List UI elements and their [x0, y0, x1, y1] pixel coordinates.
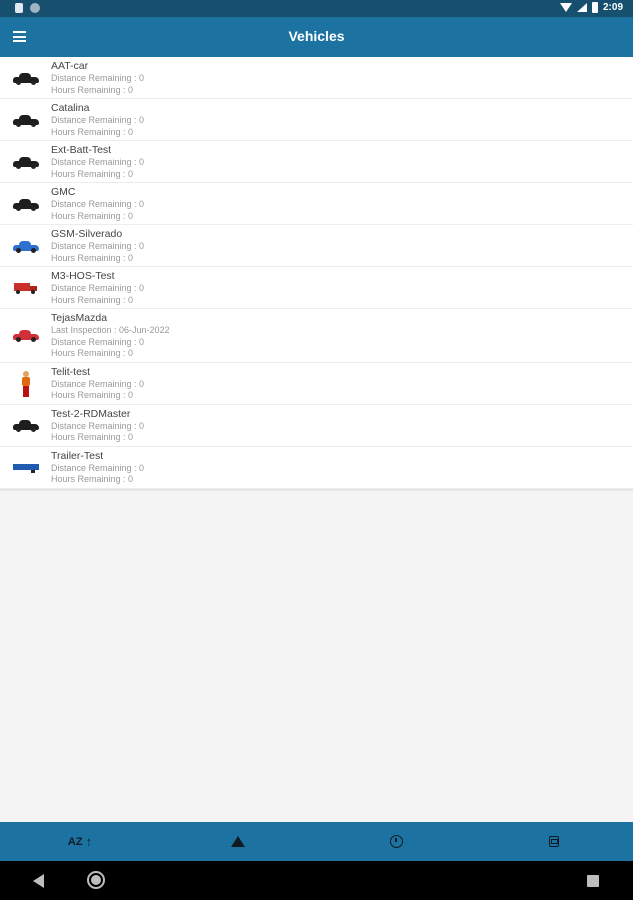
vehicle-detail-line: Distance Remaining : 0	[51, 115, 145, 125]
vehicle-icon-cell	[0, 228, 51, 264]
car-black-icon	[12, 198, 39, 211]
vehicle-detail-line: Hours Remaining : 0	[51, 84, 134, 95]
vehicle-details: Catalina Distance Remaining : 0 Hours Rema…	[51, 102, 633, 138]
vehicle-icon-cell	[0, 312, 51, 360]
vehicle-details: GSM-Silverado Distance Remaining : 0 Hours…	[51, 228, 633, 264]
car-black-icon	[12, 72, 39, 85]
notification-icon	[15, 3, 23, 13]
vehicle-icon-cell	[0, 144, 51, 180]
system-nav-bar	[0, 861, 633, 900]
vehicle-row[interactable]: TejasMazda Last Inspection : 06-Jun-2022 D…	[0, 309, 633, 363]
vehicle-name: Telit-test	[51, 365, 91, 378]
sort-label: AZ	[67, 835, 83, 848]
app-bar: Vehicles	[0, 17, 633, 57]
battery-icon	[591, 2, 598, 13]
vehicle-detail-line: Distance Remaining : 0	[51, 378, 145, 389]
vehicle-name: Ext-Batt-Test	[51, 144, 112, 156]
vehicle-name: GSM-Silverado	[51, 228, 123, 240]
vehicle-detail-line: Distance Remaining : 0	[51, 283, 145, 293]
vehicle-detail-line: Distance Remaining : 0	[51, 336, 145, 347]
vehicle-row[interactable]: Ext-Batt-Test Distance Remaining : 0 Hours…	[0, 141, 633, 183]
status-notification-icons	[15, 3, 40, 13]
home-icon[interactable]	[87, 871, 105, 889]
vehicle-details: GMC Distance Remaining : 0 Hours Remaining…	[51, 186, 633, 222]
warning-icon	[231, 836, 245, 847]
vehicle-icon-cell	[0, 60, 51, 96]
vehicle-icon-cell	[0, 450, 51, 486]
vehicle-detail-line: Hours Remaining : 0	[51, 126, 134, 137]
truck-red-icon	[13, 282, 38, 294]
vehicle-detail-line: Distance Remaining : 0	[51, 157, 145, 167]
bus-icon	[549, 836, 559, 847]
status-time: 2:09	[602, 2, 623, 13]
vehicle-detail-line: Hours Remaining : 0	[51, 210, 134, 221]
vehicle-detail-line: Hours Remaining : 0	[51, 168, 134, 179]
bottom-toolbar: AZ ↑	[0, 822, 633, 861]
trailer-blue-icon	[12, 463, 39, 473]
vehicle-details: M3-HOS-Test Distance Remaining : 0 Hours R…	[51, 270, 633, 306]
vehicle-detail-line: Last Inspection : 06-Jun-2022	[51, 325, 170, 335]
recent-apps-icon[interactable]	[587, 875, 599, 887]
vehicle-icon-cell	[0, 102, 51, 138]
wifi-icon	[559, 3, 572, 12]
vehicle-row[interactable]: AAT-car Distance Remaining : 0 Hours Remai…	[0, 57, 633, 99]
vehicle-detail-line: Distance Remaining : 0	[51, 73, 145, 83]
status-indicators: 2:09	[559, 2, 623, 13]
vehicle-details: Ext-Batt-Test Distance Remaining : 0 Hours…	[51, 144, 633, 180]
signal-icon	[576, 3, 587, 12]
vehicle-name: TejasMazda	[51, 312, 108, 324]
notification-icon	[30, 3, 40, 13]
vehicle-name: M3-HOS-Test	[51, 270, 115, 282]
vehicle-name: AAT-car	[51, 60, 89, 72]
vehicle-details: AAT-car Distance Remaining : 0 Hours Remai…	[51, 60, 633, 96]
back-icon[interactable]	[33, 874, 44, 888]
page-title: Vehicles	[288, 28, 345, 44]
history-button[interactable]	[386, 822, 406, 861]
vehicle-row[interactable]: M3-HOS-Test Distance Remaining : 0 Hours R…	[0, 267, 633, 309]
vehicle-name: GMC	[51, 186, 76, 198]
car-black-icon	[12, 156, 39, 169]
vehicle-name: Catalina	[51, 102, 90, 114]
vehicle-row[interactable]: GMC Distance Remaining : 0 Hours Remaining…	[0, 183, 633, 225]
vehicle-name: Trailer-Test	[51, 449, 104, 462]
vehicle-detail-line: Distance Remaining : 0	[51, 420, 145, 431]
person-icon	[21, 370, 31, 397]
vehicle-detail-line: Hours Remaining : 0	[51, 432, 134, 442]
vehicle-detail-line: Hours Remaining : 0	[51, 390, 134, 400]
vehicle-row[interactable]: Telit-test Distance Remaining : 0 Hours Re…	[0, 363, 633, 405]
vehicle-details: Test-2-RDMaster Distance Remaining : 0 Hou…	[51, 408, 633, 444]
vehicle-row[interactable]: GSM-Silverado Distance Remaining : 0 Hours…	[0, 225, 633, 267]
vehicle-icon-cell	[0, 270, 51, 306]
vehicle-icon-cell	[0, 186, 51, 222]
vehicle-icon-cell	[0, 408, 51, 444]
arrow-up-icon: ↑	[85, 834, 93, 849]
vehicle-details: Telit-test Distance Remaining : 0 Hours Re…	[51, 366, 633, 402]
clock-icon	[389, 835, 403, 848]
vehicle-detail-line: Distance Remaining : 0	[51, 199, 145, 209]
vehicle-detail-line: Hours Remaining : 0	[51, 348, 134, 358]
vehicle-icon-cell	[0, 366, 51, 402]
vehicle-detail-line: Distance Remaining : 0	[51, 462, 145, 473]
vehicle-detail-line: Hours Remaining : 0	[51, 294, 134, 305]
vehicle-row[interactable]: Test-2-RDMaster Distance Remaining : 0 Hou…	[0, 405, 633, 447]
vehicle-details: TejasMazda Last Inspection : 06-Jun-2022 D…	[51, 312, 633, 360]
vehicle-filter-button[interactable]	[544, 822, 564, 861]
vehicle-list: AAT-car Distance Remaining : 0 Hours Remai…	[0, 57, 633, 489]
car-red-icon	[12, 330, 39, 343]
vehicle-detail-line: Distance Remaining : 0	[51, 241, 145, 251]
vehicle-name: Test-2-RDMaster	[51, 407, 131, 420]
car-black-icon	[12, 114, 39, 127]
alerts-button[interactable]	[228, 822, 248, 861]
car-blue-icon	[12, 240, 39, 253]
status-bar: 2:09	[0, 0, 633, 17]
vehicle-details: Trailer-Test Distance Remaining : 0 Hours …	[51, 450, 633, 486]
car-black-icon	[12, 420, 39, 432]
sort-button[interactable]: AZ ↑	[60, 822, 100, 861]
vehicle-row[interactable]: Catalina Distance Remaining : 0 Hours Rema…	[0, 99, 633, 141]
vehicle-detail-line: Hours Remaining : 0	[51, 252, 134, 263]
vehicle-detail-line: Hours Remaining : 0	[51, 474, 134, 484]
vehicle-row[interactable]: Trailer-Test Distance Remaining : 0 Hours …	[0, 447, 633, 489]
